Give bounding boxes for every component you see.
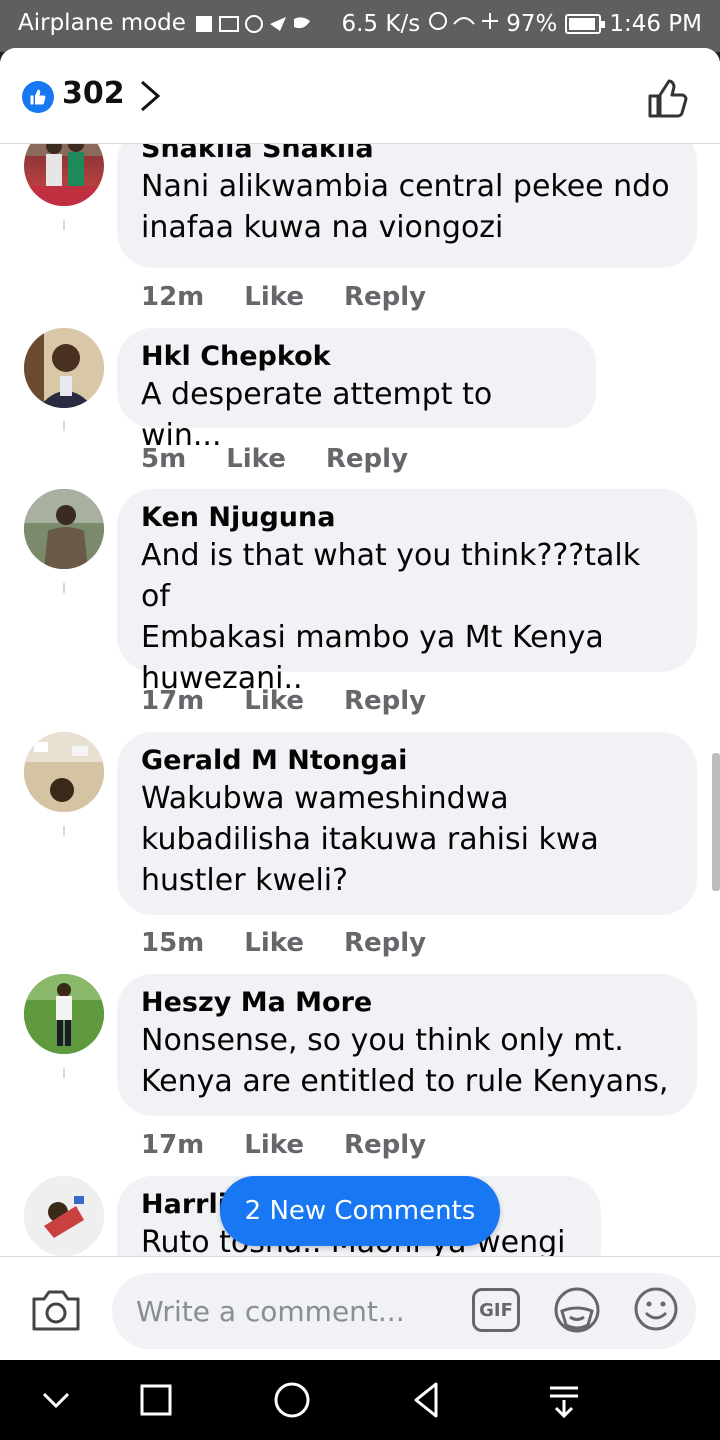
comment-bubble[interactable]: Ken Njuguna And is that what you think??…	[117, 489, 697, 696]
like-reaction-icon	[22, 81, 54, 113]
avatar[interactable]	[24, 489, 104, 569]
clock: 1:46 PM	[609, 11, 702, 37]
comment-meta: 5m Like Reply	[141, 444, 408, 474]
comment-text: Kenya are entitled to rule Kenyans,	[141, 1064, 669, 1099]
thread-line	[63, 421, 65, 431]
comment-author[interactable]: Gerald M Ntongai	[141, 744, 673, 778]
scrollbar[interactable]	[712, 753, 720, 891]
battery-icon	[565, 14, 606, 34]
thread-line	[63, 1068, 65, 1078]
comment-text: And is that what you think???talk of	[141, 538, 641, 614]
back-icon[interactable]	[406, 1378, 450, 1422]
reply-button[interactable]: Reply	[344, 686, 426, 716]
notification-icons	[195, 13, 310, 33]
sticker-icon[interactable]	[552, 1285, 602, 1335]
like-button[interactable]: Like	[226, 444, 286, 474]
reply-button[interactable]: Reply	[344, 282, 426, 312]
home-icon[interactable]	[270, 1378, 314, 1422]
comment-time[interactable]: 12m	[141, 282, 204, 312]
comment-meta: 12m Like Reply	[141, 282, 426, 312]
collapse-icon[interactable]	[34, 1378, 78, 1422]
comment-time[interactable]: 5m	[141, 444, 186, 474]
reply-button[interactable]: Reply	[326, 444, 408, 474]
like-button[interactable]: Like	[244, 928, 304, 958]
comment-text: Nonsense, so you think only mt.	[141, 1023, 624, 1058]
avatar[interactable]	[24, 1176, 104, 1256]
comment-input-container[interactable]: GIF	[112, 1273, 696, 1349]
chevron-right-icon[interactable]	[136, 78, 166, 114]
comments-sheet: 302 Shakila Shakila Nani alikwambia cent…	[0, 48, 720, 1360]
reactions-header[interactable]: 302	[0, 48, 720, 144]
comment-text: Embakasi mambo ya Mt Kenya	[141, 620, 604, 655]
comment-text: Nani alikwambia central pekee ndo	[141, 169, 670, 204]
thread-line	[63, 583, 65, 593]
comment-composer: GIF	[0, 1256, 720, 1360]
status-bar: Airplane mode 6.5 K/s 97% 1:46 PM	[0, 0, 720, 52]
comment-bubble[interactable]: Shakila Shakila Nani alikwambia central …	[117, 126, 697, 268]
avatar[interactable]	[24, 328, 104, 408]
recents-icon[interactable]	[134, 1378, 178, 1422]
airplane-mode-label: Airplane mode	[18, 10, 186, 36]
comment-bubble[interactable]: Gerald M Ntongai Wakubwa wameshindwa kub…	[117, 732, 697, 915]
gif-label: GIF	[479, 1299, 513, 1321]
comment-text: Wakubwa wameshindwa	[141, 781, 509, 816]
like-count: 302	[62, 76, 125, 111]
comment-text: inafaa kuwa na viongozi	[141, 210, 504, 245]
battery-percent: 97%	[506, 11, 558, 37]
reply-button[interactable]: Reply	[344, 928, 426, 958]
comment-meta: 15m Like Reply	[141, 928, 426, 958]
comment-input[interactable]	[136, 1289, 456, 1333]
like-button[interactable]: Like	[244, 1130, 304, 1160]
thread-line	[63, 220, 65, 230]
reply-button[interactable]: Reply	[344, 1130, 426, 1160]
comment-bubble[interactable]: Heszy Ma More Nonsense, so you think onl…	[117, 974, 697, 1116]
thread-line	[63, 826, 65, 836]
status-icons	[428, 10, 499, 38]
comment-time[interactable]: 17m	[141, 1130, 204, 1160]
comment-text: kubadilisha itakuwa rahisi kwa	[141, 822, 599, 857]
like-button[interactable]: Like	[244, 282, 304, 312]
avatar[interactable]	[24, 732, 104, 812]
comment-meta: 17m Like Reply	[141, 686, 426, 716]
comment-text: hustler kweli?	[141, 863, 349, 898]
system-navigation-bar	[0, 1360, 720, 1440]
notification-pull-icon[interactable]	[542, 1378, 586, 1422]
comment-bubble[interactable]: Hkl Chepkok A desperate attempt to win..…	[117, 328, 596, 453]
network-speed: 6.5 K/s	[341, 11, 421, 37]
camera-icon[interactable]	[30, 1287, 82, 1333]
comment-author[interactable]: Ken Njuguna	[141, 501, 673, 535]
gif-icon[interactable]: GIF	[472, 1288, 520, 1332]
emoji-icon[interactable]	[632, 1285, 680, 1333]
like-button[interactable]: Like	[244, 686, 304, 716]
comment-time[interactable]: 17m	[141, 686, 204, 716]
comment-author[interactable]: Hkl Chepkok	[141, 340, 572, 374]
comment-meta: 17m Like Reply	[141, 1130, 426, 1160]
avatar[interactable]	[24, 974, 104, 1054]
new-comments-button[interactable]: 2 New Comments	[220, 1176, 500, 1246]
comment-author[interactable]: Heszy Ma More	[141, 986, 673, 1020]
comment-time[interactable]: 15m	[141, 928, 204, 958]
like-outline-icon[interactable]	[646, 76, 690, 120]
